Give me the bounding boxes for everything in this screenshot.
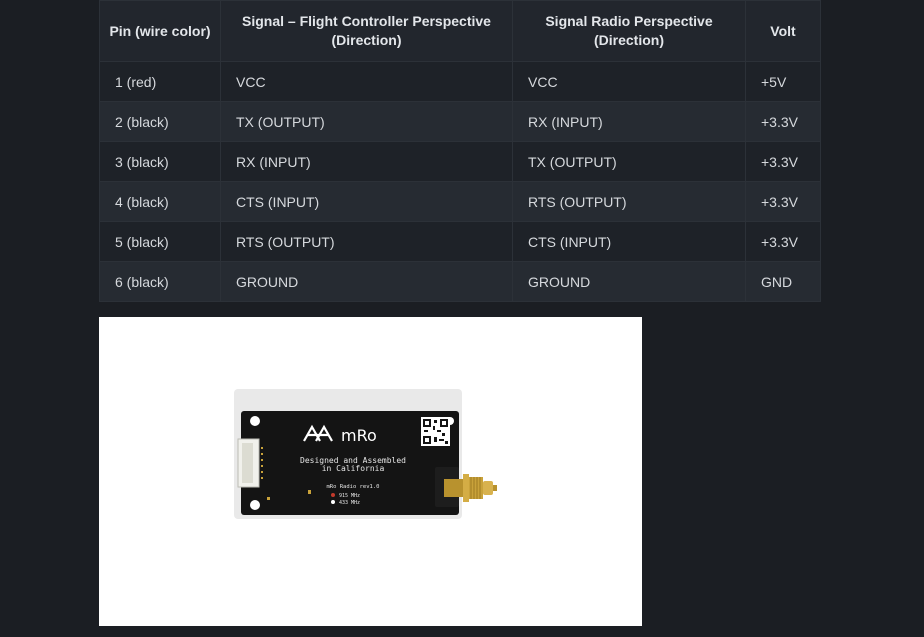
cell-volt: GND bbox=[745, 261, 821, 302]
cell-volt: +3.3V bbox=[745, 141, 821, 182]
header-radio-signal: Signal Radio Perspective (Direction) bbox=[512, 0, 746, 62]
cell-fc-signal: GROUND bbox=[220, 261, 513, 302]
cell-pin: 3 (black) bbox=[99, 141, 221, 182]
cell-pin: 2 (black) bbox=[99, 101, 221, 142]
cell-volt: +3.3V bbox=[745, 181, 821, 222]
header-fc-signal: Signal – Flight Controller Perspective (… bbox=[220, 0, 513, 62]
jst-connector bbox=[237, 438, 263, 488]
cell-pin: 4 (black) bbox=[99, 181, 221, 222]
qr-code-icon bbox=[421, 417, 450, 446]
table-row: 1 (red) VCC VCC +5V bbox=[99, 61, 821, 102]
radio-module-photo: mRo Designed and Assembled in California… bbox=[99, 317, 642, 626]
cell-radio-signal: CTS (INPUT) bbox=[512, 221, 746, 262]
cell-fc-signal: RX (INPUT) bbox=[220, 141, 513, 182]
cell-volt: +3.3V bbox=[745, 221, 821, 262]
table-row: 2 (black) TX (OUTPUT) RX (INPUT) +3.3V bbox=[99, 101, 821, 142]
cell-pin: 1 (red) bbox=[99, 61, 221, 102]
cell-radio-signal: RX (INPUT) bbox=[512, 101, 746, 142]
table-row: 6 (black) GROUND GROUND GND bbox=[99, 261, 821, 302]
cell-volt: +5V bbox=[745, 61, 821, 102]
cell-radio-signal: RTS (OUTPUT) bbox=[512, 181, 746, 222]
cell-radio-signal: GROUND bbox=[512, 261, 746, 302]
cell-fc-signal: TX (OUTPUT) bbox=[220, 101, 513, 142]
table-row: 5 (black) RTS (OUTPUT) CTS (INPUT) +3.3V bbox=[99, 221, 821, 262]
tagline-line-2: in California bbox=[322, 464, 385, 473]
table-header-row: Pin (wire color) Signal – Flight Control… bbox=[99, 0, 821, 62]
cell-pin: 6 (black) bbox=[99, 261, 221, 302]
freq-915-text: 915 MHz bbox=[339, 493, 360, 499]
freq-433-text: 433 MHz bbox=[339, 500, 360, 506]
cell-fc-signal: CTS (INPUT) bbox=[220, 181, 513, 222]
header-pin: Pin (wire color) bbox=[99, 0, 221, 62]
cell-fc-signal: VCC bbox=[220, 61, 513, 102]
sma-connector-icon bbox=[435, 467, 497, 507]
cell-fc-signal: RTS (OUTPUT) bbox=[220, 221, 513, 262]
brand-text: mRo bbox=[341, 426, 377, 445]
table-row: 3 (black) RX (INPUT) TX (OUTPUT) +3.3V bbox=[99, 141, 821, 182]
cell-volt: +3.3V bbox=[745, 101, 821, 142]
cell-radio-signal: VCC bbox=[512, 61, 746, 102]
pinout-table: Pin (wire color) Signal – Flight Control… bbox=[99, 0, 821, 302]
radio-board-illustration: mRo Designed and Assembled in California… bbox=[234, 389, 497, 519]
table-row: 4 (black) CTS (INPUT) RTS (OUTPUT) +3.3V bbox=[99, 181, 821, 222]
board-rev-text: mRo Radio rev1.0 bbox=[327, 484, 380, 490]
cell-radio-signal: TX (OUTPUT) bbox=[512, 141, 746, 182]
cell-pin: 5 (black) bbox=[99, 221, 221, 262]
header-volt: Volt bbox=[745, 0, 821, 62]
